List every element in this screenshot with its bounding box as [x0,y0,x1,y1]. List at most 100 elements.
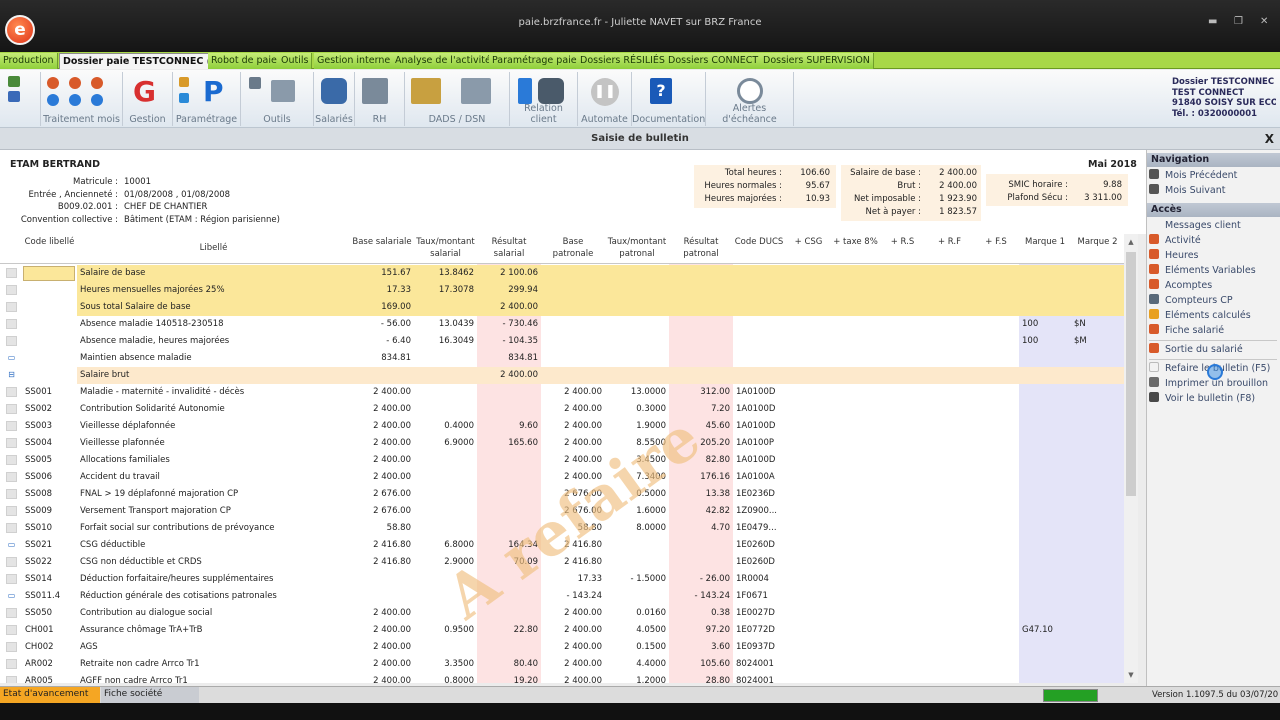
nav-next-month[interactable]: Mois Suivant [1149,184,1226,198]
table-row[interactable]: SS009 Versement Transport majoration CP 2 … [0,503,1138,520]
collapse-icon[interactable]: ⊟ [6,370,17,380]
table-row[interactable]: SS002 Contribution Solidarité Autonomie 2 … [0,401,1138,418]
table-row[interactable]: SS008 FNAL > 19 déplafonné majoration CP 2… [0,486,1138,503]
tab-dossiers-supervision[interactable]: Dossiers SUPERVISION [760,53,874,69]
acces-elements-variables[interactable]: Eléments Variables [1149,264,1256,278]
column-header-rf[interactable]: + R.F [926,236,973,248]
process-icon[interactable] [69,94,81,106]
process-icon[interactable] [91,94,103,106]
row-selector[interactable] [6,523,17,533]
comment-icon[interactable]: ▭ [6,353,17,363]
pause-icon[interactable]: ❚❚ [591,78,619,106]
column-header-code[interactable]: Code libellé [22,236,77,248]
row-selector[interactable] [6,506,17,516]
row-selector[interactable] [6,421,17,431]
dsn-icon[interactable] [461,78,491,104]
calculator-icon[interactable] [271,80,295,102]
tab-outils[interactable]: Outils [278,53,313,69]
employees-icon[interactable] [321,78,347,104]
row-selector[interactable] [6,557,17,567]
row-selector[interactable] [6,438,17,448]
client-icon[interactable] [518,78,532,104]
acces-imprimer-brouillon[interactable]: Imprimer un brouillon [1149,377,1268,391]
tab-dossier-paie[interactable]: Dossier paie TESTCONNEC✕ [59,53,221,69]
table-row[interactable]: SS050 Contribution au dialogue social 2 40… [0,605,1138,622]
row-selector[interactable] [6,489,17,499]
table-row[interactable]: Salaire de base 151.67 13.8462 2 100.06 [0,265,1138,282]
tab-dossiers-resilies[interactable]: Dossiers RÉSILIÉS [577,53,669,69]
row-selector[interactable] [6,268,17,278]
grid-scrollbar[interactable]: ▲ ▼ [1124,234,1138,683]
row-selector[interactable] [6,642,17,652]
column-header-fs[interactable]: + F.S [973,236,1019,248]
table-row[interactable]: AR002 Retraite non cadre Arrco Tr1 2 400.0… [0,656,1138,673]
process-icon[interactable] [47,77,59,89]
row-selector[interactable] [6,676,17,683]
row-selector[interactable] [6,455,17,465]
process-icon[interactable] [69,77,81,89]
process-icon[interactable] [91,77,103,89]
acces-compteurs-cp[interactable]: Compteurs CP [1149,294,1233,308]
minimize-icon[interactable]: ▬ [1208,16,1217,27]
acces-activite[interactable]: Activité [1149,234,1201,248]
row-selector[interactable] [6,302,17,312]
column-header-taxe[interactable]: + taxe 8% [832,236,879,248]
row-selector[interactable] [6,319,17,329]
maximize-icon[interactable]: ❐ [1234,16,1243,27]
column-header-resultat-patronal[interactable]: Résultat patronal [669,236,733,260]
scroll-down-icon[interactable]: ▼ [1126,671,1136,679]
grid-icon[interactable] [8,76,20,87]
column-header-taux-salarial[interactable]: Taux/montant salarial [414,236,477,260]
row-selector[interactable] [6,285,17,295]
gestion-g-icon[interactable]: G [133,78,159,106]
column-header-code-ducs[interactable]: Code DUCS [733,236,785,248]
column-header-csg[interactable]: + CSG [785,236,832,248]
dads-u-icon[interactable] [411,78,441,104]
process-icon[interactable] [47,94,59,106]
status-tab-avancement[interactable]: Etat d'avancement [0,687,100,703]
table-row[interactable]: AR005 AGFF non cadre Arrco Tr1 2 400.00 0.8… [0,673,1138,683]
table-row[interactable]: SS004 Vieillesse plafonnée 2 400.00 6.9000 1… [0,435,1138,452]
column-header-marque-2[interactable]: Marque 2 [1071,236,1124,248]
comment-icon[interactable]: ▭ [6,540,17,550]
table-row[interactable]: CH001 Assurance chômage TrA+TrB 2 400.00 0.… [0,622,1138,639]
tab-analyse-activite[interactable]: Analyse de l'activité [392,53,495,69]
tab-gestion-interne[interactable]: Gestion interne [314,53,395,69]
column-header-resultat-salarial[interactable]: Résultat salarial [477,236,541,260]
row-selector[interactable] [6,472,17,482]
column-header-base-salariale[interactable]: Base salariale [350,236,414,248]
settings-icon[interactable] [179,93,189,103]
table-row[interactable]: SS010 Forfait social sur contributions de… [0,520,1138,537]
table-row[interactable]: SS001 Maladie - maternité - invalidité - … [0,384,1138,401]
acces-messages-client[interactable]: Messages client [1149,219,1241,233]
table-row[interactable]: ⊟ Salaire brut 2 400.00 [0,367,1138,384]
tab-dossiers-connect[interactable]: Dossiers CONNECT [665,53,763,69]
row-selector[interactable] [6,387,17,397]
table-row[interactable]: SS014 Déduction forfaitaire/heures supplé… [0,571,1138,588]
acces-sortie-salarie[interactable]: Sortie du salarié [1149,343,1243,357]
column-header-marque-1[interactable]: Marque 1 [1019,236,1071,248]
acces-elements-calcules[interactable]: Eléments calculés [1149,309,1251,323]
row-selector[interactable] [6,404,17,414]
list-icon[interactable] [8,91,20,102]
tool-icon[interactable] [249,77,261,89]
table-row[interactable]: CH002 AGS 2 400.00 2 400.00 0.1500 3.60 1E0937… [0,639,1138,656]
table-row[interactable]: SS006 Accident du travail 2 400.00 2 400.00… [0,469,1138,486]
tab-production[interactable]: Production [0,53,58,69]
acces-heures[interactable]: Heures [1149,249,1199,263]
help-book-icon[interactable]: ? [650,78,672,104]
row-selector[interactable] [6,608,17,618]
table-row[interactable]: Sous total Salaire de base 169.00 2 400.00 [0,299,1138,316]
table-row[interactable]: SS003 Vieillesse déplafonnée 2 400.00 0.400… [0,418,1138,435]
table-row[interactable]: ▭ Maintien absence maladie 834.81 834.81 [0,350,1138,367]
comment-icon[interactable]: ▭ [6,591,17,601]
table-row[interactable]: SS005 Allocations familiales 2 400.00 2 400… [0,452,1138,469]
settings-icon[interactable] [179,77,189,87]
column-header-taux-patronal[interactable]: Taux/montant patronal [605,236,669,260]
acces-voir-bulletin[interactable]: Voir le bulletin (F8) [1149,392,1255,406]
table-row[interactable]: SS022 CSG non déductible et CRDS 2 416.80 2… [0,554,1138,571]
table-row[interactable]: ▭ SS021 CSG déductible 2 416.80 6.8000 164.34… [0,537,1138,554]
column-header-libelle[interactable]: Libellé [77,242,350,254]
alarm-clock-icon[interactable] [737,78,763,104]
row-selector[interactable] [6,336,17,346]
